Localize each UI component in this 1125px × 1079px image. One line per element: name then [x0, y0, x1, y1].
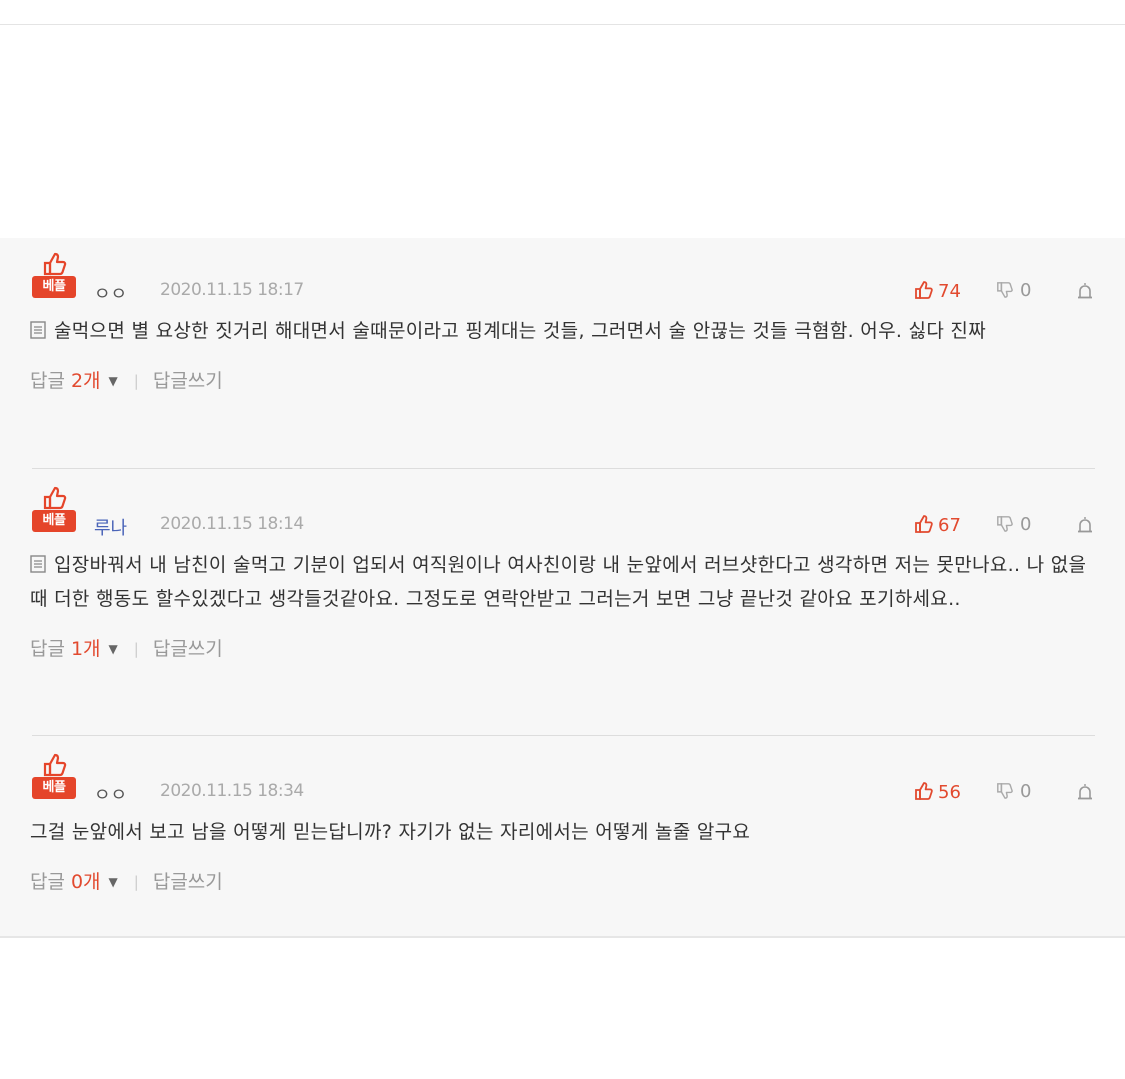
dislike-count: 0	[1020, 781, 1032, 802]
write-reply-link[interactable]: 답글쓰기	[153, 638, 223, 660]
thumbs-down-icon	[997, 516, 1013, 532]
reply-count: 2개	[70, 370, 101, 392]
reply-row: 답글 1개 ▼ | 답글쓰기	[30, 634, 1096, 664]
comment-nickname[interactable]: 루나	[94, 514, 127, 540]
dislike-button[interactable]: 0	[996, 514, 1031, 535]
comment-item: 베플 ㅇㅇ 2020.11.15 18:17 74 0 술먹으면 별 요상한 짓…	[30, 252, 1096, 396]
comment-meta: 베플 ㅇㅇ 2020.11.15 18:17 74 0	[30, 252, 1096, 305]
comment-body: 술먹으면 별 요상한 짓거리 해대면서 술때문이라고 핑계대는 것들, 그러면서…	[30, 314, 1090, 348]
report-icon[interactable]	[1076, 516, 1094, 534]
dislike-button[interactable]: 0	[996, 280, 1031, 301]
caret-down-icon: ▼	[108, 374, 118, 388]
best-comment-badge: 베플	[30, 486, 76, 534]
like-button[interactable]: 74	[914, 280, 961, 302]
comment-nickname[interactable]: ㅇㅇ	[94, 280, 127, 306]
like-count: 56	[938, 782, 961, 803]
badge-label: 베플	[32, 276, 76, 298]
reply-toggle[interactable]: 답글 1개 ▼	[30, 634, 118, 661]
reply-toggle[interactable]: 답글 0개 ▼	[30, 867, 118, 894]
divider: |	[133, 873, 139, 891]
reply-row: 답글 0개 ▼ | 답글쓰기	[30, 867, 1096, 897]
document-icon	[30, 555, 46, 573]
like-button[interactable]: 67	[914, 514, 961, 536]
comment-actions: 56 0	[896, 781, 1096, 805]
reply-label: 답글	[30, 871, 65, 893]
reply-toggle[interactable]: 답글 2개 ▼	[30, 366, 118, 393]
thumbs-up-icon	[43, 753, 67, 777]
like-count: 74	[938, 281, 961, 302]
report-icon[interactable]	[1076, 282, 1094, 300]
best-comment-badge: 베플	[30, 753, 76, 801]
comment-text: 입장바꿔서 내 남친이 술먹고 기분이 업되서 여직원이나 여사친이랑 내 눈앞…	[30, 554, 1087, 610]
thumbs-up-icon	[915, 782, 933, 800]
reply-label: 답글	[30, 370, 65, 392]
comment-item: 베플 루나 2020.11.15 18:14 67 0 입장바꿔서 내 남친이 …	[30, 486, 1096, 664]
comment-nickname[interactable]: ㅇㅇ	[94, 781, 127, 807]
badge-label: 베플	[32, 777, 76, 799]
comment-divider	[32, 468, 1095, 469]
badge-label: 베플	[32, 510, 76, 532]
comment-actions: 74 0	[896, 280, 1096, 304]
write-reply-link[interactable]: 답글쓰기	[153, 871, 223, 893]
comment-meta: 베플 ㅇㅇ 2020.11.15 18:34 56 0	[30, 753, 1096, 806]
report-icon[interactable]	[1076, 783, 1094, 801]
caret-down-icon: ▼	[108, 875, 118, 889]
dislike-count: 0	[1020, 514, 1032, 535]
comment-date: 2020.11.15 18:17	[160, 280, 304, 300]
thumbs-up-icon	[43, 486, 67, 510]
comment-text: 그걸 눈앞에서 보고 남을 어떻게 믿는답니까? 자기가 없는 자리에서는 어떻…	[30, 821, 751, 843]
comment-meta: 베플 루나 2020.11.15 18:14 67 0	[30, 486, 1096, 539]
best-comments-panel: 베플 ㅇㅇ 2020.11.15 18:17 74 0 술먹으면 별 요상한 짓…	[0, 238, 1125, 938]
reply-row: 답글 2개 ▼ | 답글쓰기	[30, 366, 1096, 396]
reply-count: 0개	[70, 871, 101, 893]
divider: |	[133, 640, 139, 658]
comment-actions: 67 0	[896, 514, 1096, 538]
best-comment-badge: 베플	[30, 252, 76, 300]
comment-text: 술먹으면 별 요상한 짓거리 해대면서 술때문이라고 핑계대는 것들, 그러면서…	[54, 320, 986, 342]
dislike-button[interactable]: 0	[996, 781, 1031, 802]
like-button[interactable]: 56	[914, 781, 961, 803]
document-icon	[30, 321, 46, 339]
top-divider	[0, 24, 1125, 25]
comment-item: 베플 ㅇㅇ 2020.11.15 18:34 56 0 그걸 눈앞에서 보고 남…	[30, 753, 1096, 897]
comment-body: 그걸 눈앞에서 보고 남을 어떻게 믿는답니까? 자기가 없는 자리에서는 어떻…	[30, 815, 1090, 849]
comment-date: 2020.11.15 18:14	[160, 514, 304, 534]
reply-count: 1개	[70, 638, 101, 660]
thumbs-down-icon	[997, 783, 1013, 799]
write-reply-link[interactable]: 답글쓰기	[153, 370, 223, 392]
reply-label: 답글	[30, 638, 65, 660]
like-count: 67	[938, 515, 961, 536]
divider: |	[133, 372, 139, 390]
comment-divider	[32, 735, 1095, 736]
caret-down-icon: ▼	[108, 642, 118, 656]
thumbs-up-icon	[915, 515, 933, 533]
comment-date: 2020.11.15 18:34	[160, 781, 304, 801]
comment-body: 입장바꿔서 내 남친이 술먹고 기분이 업되서 여직원이나 여사친이랑 내 눈앞…	[30, 548, 1090, 616]
thumbs-up-icon	[915, 281, 933, 299]
dislike-count: 0	[1020, 280, 1032, 301]
thumbs-up-icon	[43, 252, 67, 276]
thumbs-down-icon	[997, 282, 1013, 298]
